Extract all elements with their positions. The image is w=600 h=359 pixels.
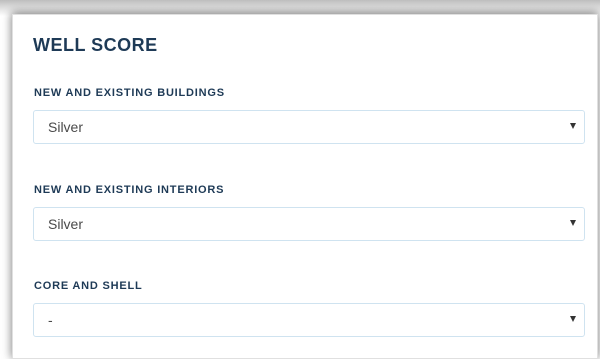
field-label-new-existing-buildings: NEW AND EXISTING BUILDINGS <box>34 87 225 99</box>
field-label-new-existing-interiors: NEW AND EXISTING INTERIORS <box>34 184 225 196</box>
select-core-and-shell[interactable]: - <box>33 303 585 337</box>
select-value: Silver <box>48 119 84 135</box>
select-value: - <box>48 312 53 328</box>
field-label-core-and-shell: CORE AND SHELL <box>34 280 143 292</box>
select-value: Silver <box>48 216 84 232</box>
chevron-down-icon <box>570 123 576 129</box>
select-new-existing-interiors[interactable]: Silver <box>33 207 585 241</box>
well-score-card: WELL SCORE NEW AND EXISTING BUILDINGS Si… <box>12 14 598 359</box>
chevron-down-icon <box>570 316 576 322</box>
section-title: WELL SCORE <box>33 35 158 55</box>
select-new-existing-buildings[interactable]: Silver <box>33 110 585 144</box>
chevron-down-icon <box>570 220 576 226</box>
